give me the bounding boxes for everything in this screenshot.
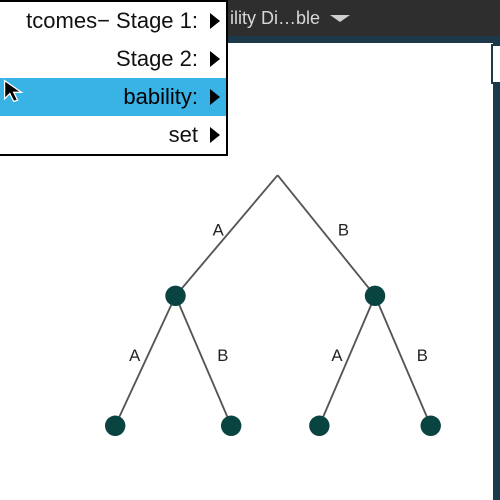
edge-label: A: [331, 346, 343, 365]
menu-item-3[interactable]: set: [0, 116, 226, 154]
tree-node: [221, 416, 241, 436]
side-handle[interactable]: [491, 44, 500, 84]
edge-label: B: [417, 346, 428, 365]
edge-label: B: [217, 346, 228, 365]
tree-node: [309, 416, 329, 436]
menu-item-label: tcomes− Stage 1:: [4, 8, 202, 34]
submenu-arrow-icon: [210, 127, 220, 143]
edge-label: A: [129, 346, 141, 365]
context-menu: tcomes− Stage 1: Stage 2: bability: set: [0, 0, 228, 156]
submenu-arrow-icon: [210, 13, 220, 29]
menu-item-label: bability:: [4, 84, 202, 110]
submenu-arrow-icon: [210, 51, 220, 67]
edge-label: A: [213, 221, 225, 240]
menu-item-0[interactable]: tcomes− Stage 1:: [0, 2, 226, 40]
title-text: ility Di…ble: [230, 8, 320, 29]
menu-item-label: Stage 2:: [4, 46, 202, 72]
tree-node: [105, 416, 125, 436]
submenu-arrow-icon: [210, 89, 220, 105]
menu-item-2[interactable]: bability:: [0, 78, 226, 116]
menu-item-label: set: [4, 122, 202, 148]
tree-node: [365, 286, 385, 306]
tree-edge: [115, 296, 175, 426]
tree-edge: [319, 296, 375, 426]
menu-item-1[interactable]: Stage 2:: [0, 40, 226, 78]
tree-node: [165, 286, 185, 306]
dropdown-chevron-icon[interactable]: [330, 15, 350, 22]
tree-node: [421, 416, 441, 436]
edge-label: B: [338, 221, 349, 240]
tree-edge: [278, 175, 375, 296]
tree-edge: [176, 175, 278, 296]
